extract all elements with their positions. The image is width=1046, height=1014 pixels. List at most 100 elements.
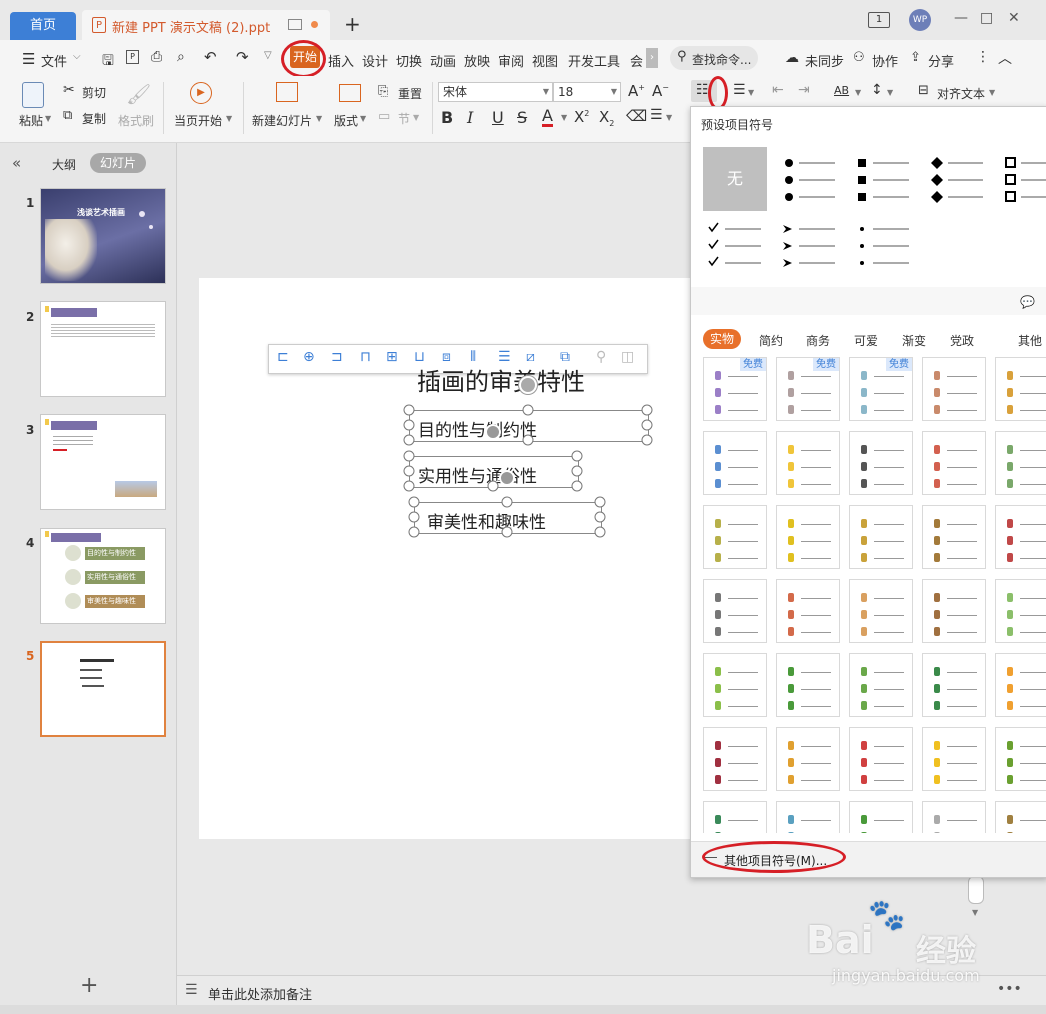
layout-icon[interactable] [339, 84, 361, 102]
slide-thumbnail-5-selected[interactable] [40, 641, 166, 737]
font-size-select[interactable]: 18 ▼ [553, 82, 621, 102]
menu-animation[interactable]: 动画 [430, 51, 456, 70]
bullet-style-option[interactable] [995, 653, 1046, 717]
font-color-icon[interactable]: A [542, 107, 553, 127]
maximize-button[interactable]: □ [980, 10, 993, 26]
print-icon[interactable]: ⎙ [151, 49, 162, 65]
bullet-style-option[interactable] [776, 579, 840, 643]
slide-thumbnail-2[interactable] [40, 301, 166, 397]
window-count-badge[interactable]: 1 [868, 12, 890, 28]
menu-transition[interactable]: 切换 [396, 51, 422, 70]
sync-status[interactable]: 未同步 [805, 51, 844, 70]
slide-thumbnail-4[interactable]: 目的性与制约性 实用性与通俗性 审美性与趣味性 [40, 528, 166, 624]
line-spacing-dropdown-icon[interactable]: ▼ [887, 88, 893, 97]
more-icon[interactable]: ⋮ [976, 49, 990, 65]
new-slide-button[interactable]: 新建幻灯片 [252, 112, 312, 129]
category-tab-party[interactable]: 党政 [950, 332, 974, 349]
bullet-style-option[interactable] [703, 801, 767, 833]
bullet-style-option[interactable]: 免费 [703, 357, 767, 421]
hamburger-icon[interactable]: ☰ [22, 50, 35, 68]
phonetic-icon[interactable]: ☰ [650, 107, 663, 123]
scroll-down-icon[interactable]: ▼ [972, 908, 978, 917]
menu-slideshow[interactable]: 放映 [464, 51, 490, 70]
undo-icon[interactable]: ↶ [204, 48, 217, 66]
bullet-style-option[interactable] [703, 505, 767, 569]
increase-indent-icon[interactable]: ⇥ [798, 82, 810, 98]
bullet-style-option[interactable] [776, 505, 840, 569]
bullet-style-option[interactable] [776, 653, 840, 717]
line-spacing-icon[interactable]: ↕ [871, 82, 883, 98]
italic-icon[interactable]: I [467, 108, 473, 127]
new-slide-icon[interactable] [276, 82, 298, 102]
tab-home[interactable]: 首页 [10, 12, 76, 40]
align-text-button[interactable]: 对齐文本 [937, 85, 985, 102]
subscript-icon[interactable]: X2 [599, 108, 614, 128]
save-icon[interactable]: 🖫 [102, 50, 114, 74]
paste-dropdown-icon[interactable]: ▼ [45, 114, 51, 123]
bullet-style-option[interactable] [922, 431, 986, 495]
bullet-style-option[interactable] [995, 431, 1046, 495]
export-pdf-icon[interactable]: P [126, 50, 139, 64]
copy-button[interactable]: 复制 [82, 110, 106, 127]
slide-canvas[interactable]: ⊏ ⊕ ⊐ ⊓ ⊞ ⊔ ⧈ ⦀ ☰ ⧄ ⧉ ⚲ ◫ 插画的审美特性 目的性与制约… [199, 278, 699, 839]
category-tab-simple[interactable]: 简约 [759, 332, 783, 349]
superscript-icon[interactable]: X2 [574, 108, 589, 126]
collab-button[interactable]: 协作 [872, 51, 898, 70]
bullet-style-option[interactable] [849, 431, 913, 495]
bullet-style-option[interactable] [776, 727, 840, 791]
bullet-style-option[interactable] [776, 801, 840, 833]
bullet-style-option[interactable]: 免费 [776, 357, 840, 421]
align-text-dropdown-icon[interactable]: ▼ [989, 88, 995, 97]
minimize-button[interactable]: — [954, 10, 968, 26]
collapse-panel-icon[interactable]: « [12, 154, 21, 172]
bullet-style-option[interactable] [922, 579, 986, 643]
slide-thumbnail-3[interactable] [40, 414, 166, 510]
bullet-style-option[interactable] [776, 431, 840, 495]
menu-member[interactable]: 会 [630, 51, 643, 70]
strikethrough-icon[interactable]: S [517, 108, 527, 127]
bullet-style-option[interactable] [703, 431, 767, 495]
underline-icon[interactable]: U [492, 108, 504, 127]
layout-dropdown-icon[interactable]: ▼ [360, 114, 366, 123]
paste-button[interactable]: 粘贴 [19, 112, 43, 129]
play-icon[interactable]: ▶ [190, 82, 212, 104]
monitor-icon[interactable] [288, 19, 302, 30]
menu-view[interactable]: 视图 [532, 51, 558, 70]
numbered-list-dropdown-icon[interactable]: ▼ [748, 88, 754, 97]
new-tab-button[interactable]: + [344, 12, 361, 36]
section-icon[interactable]: ▭ [378, 109, 390, 124]
bullet-style-option[interactable] [922, 727, 986, 791]
tab-outline[interactable]: 大纲 [52, 156, 76, 173]
category-tab-objects[interactable]: 实物 [703, 329, 741, 349]
font-color-dropdown-icon[interactable]: ▼ [561, 113, 567, 122]
bullet-style-option[interactable] [922, 505, 986, 569]
align-text-icon[interactable]: ⊟ [918, 83, 929, 98]
print-preview-icon[interactable]: ⌕ [177, 49, 185, 65]
bold-icon[interactable]: B [441, 108, 453, 127]
chevron-down-icon[interactable]: ⌵ [73, 51, 81, 62]
tab-slides[interactable]: 幻灯片 [90, 153, 146, 173]
decrease-indent-icon[interactable]: ⇤ [772, 82, 784, 98]
copy-icon[interactable]: ⧉ [63, 108, 72, 123]
share-button[interactable]: 分享 [928, 51, 954, 70]
menu-design[interactable]: 设计 [362, 51, 388, 70]
paste-icon[interactable] [22, 82, 44, 108]
new-slide-dropdown-icon[interactable]: ▼ [316, 114, 322, 123]
scissors-icon[interactable]: ✂ [63, 82, 75, 98]
quick-access-dropdown-icon[interactable]: ▽ [264, 50, 272, 61]
decrease-font-icon[interactable]: A− [652, 82, 669, 100]
increase-font-icon[interactable]: A+ [628, 82, 645, 100]
bullet-style-option[interactable] [922, 801, 986, 833]
play-current-button[interactable]: 当页开始 [174, 112, 222, 129]
section-dropdown-icon[interactable]: ▼ [413, 113, 419, 122]
text-spacing-icon[interactable]: AB [834, 84, 849, 97]
numbered-list-icon[interactable]: ☰ [733, 82, 746, 98]
user-avatar[interactable]: WP [909, 9, 931, 31]
bullet-style-option[interactable] [922, 357, 986, 421]
bullet-style-option[interactable] [995, 579, 1046, 643]
category-tab-business[interactable]: 商务 [806, 332, 830, 349]
menu-review[interactable]: 审阅 [498, 51, 524, 70]
bullet-style-option[interactable] [703, 653, 767, 717]
bullet-style-option[interactable] [849, 505, 913, 569]
category-tab-gradient[interactable]: 渐变 [902, 332, 926, 349]
